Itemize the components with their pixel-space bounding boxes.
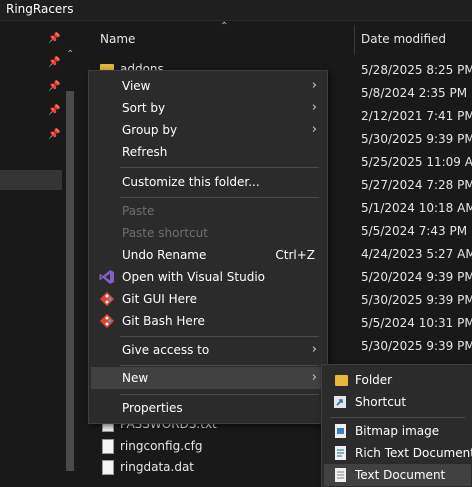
chevron-right-icon: › xyxy=(311,100,317,115)
folder-icon xyxy=(335,375,348,386)
file-date-modified: 5/1/2024 10:18 AM xyxy=(361,201,472,215)
chevron-right-icon: › xyxy=(311,122,317,137)
shortcut-icon xyxy=(334,396,346,408)
menu-item-git-gui[interactable]: Git GUI Here xyxy=(91,288,325,310)
navigation-pane[interactable]: 📌 📌 📌 📌 📌 ⌃ xyxy=(0,21,80,486)
menu-item-customize-folder[interactable]: Customize this folder... xyxy=(91,171,325,193)
chevron-right-icon: › xyxy=(311,342,317,357)
menu-item-label: Group by xyxy=(122,123,178,137)
menu-item-git-bash[interactable]: Git Bash Here xyxy=(91,310,325,332)
title-bar: RingRacers xyxy=(0,0,472,21)
file-date-modified: 5/8/2024 2:35 PM xyxy=(361,86,468,100)
file-icon xyxy=(102,460,114,475)
menu-item-group-by[interactable]: Group by › xyxy=(91,119,325,141)
nav-selected-item[interactable] xyxy=(0,170,62,190)
menu-item-refresh[interactable]: Refresh xyxy=(91,141,325,163)
git-bash-icon xyxy=(99,313,115,329)
column-header: ⌃ Name Date modified xyxy=(80,21,472,59)
scrollbar-thumb[interactable] xyxy=(66,91,74,471)
file-date-modified: 2/12/2021 7:41 PM xyxy=(361,109,472,123)
menu-item-label: Text Document xyxy=(355,468,446,482)
shortcut-key-label: Ctrl+Z xyxy=(275,248,315,262)
file-name: ringdata.dat xyxy=(120,460,195,474)
menu-separator xyxy=(120,365,319,366)
file-name: ringconfig.cfg xyxy=(120,439,203,453)
menu-item-give-access[interactable]: Give access to › xyxy=(91,339,325,361)
menu-item-paste: Paste xyxy=(91,200,325,222)
pin-icon: 📌 xyxy=(48,81,61,92)
menu-item-label: Properties xyxy=(122,401,183,415)
column-name-header[interactable]: Name xyxy=(100,32,135,46)
menu-item-view[interactable]: View › xyxy=(91,75,325,97)
menu-item-open-visual-studio[interactable]: Open with Visual Studio xyxy=(91,266,325,288)
menu-separator xyxy=(120,336,319,337)
file-date-modified: 5/20/2024 9:39 PM xyxy=(361,270,472,284)
menu-item-label: Paste xyxy=(122,204,155,218)
chevron-up-icon[interactable]: ⌃ xyxy=(66,49,74,60)
context-menu: View › Sort by › Group by › Refresh Cust… xyxy=(88,70,328,424)
submenu-item-text-document[interactable]: Text Document xyxy=(324,464,471,486)
bitmap-icon xyxy=(335,424,346,438)
file-date-modified: 5/30/2025 9:39 PM xyxy=(361,339,472,353)
menu-item-label: Open with Visual Studio xyxy=(122,270,265,284)
nav-scrollbar[interactable]: ⌃ xyxy=(64,49,76,471)
menu-item-label: Shortcut xyxy=(355,395,407,409)
file-icon xyxy=(102,439,114,454)
text-document-icon xyxy=(335,468,346,482)
submenu-item-rich-text[interactable]: Rich Text Document xyxy=(324,442,472,464)
file-date-modified: 5/25/2025 11:09 AM xyxy=(361,155,472,169)
menu-item-label: New xyxy=(122,371,149,385)
sort-caret-icon: ⌃ xyxy=(220,21,229,32)
menu-item-properties[interactable]: Properties xyxy=(91,397,325,419)
menu-separator xyxy=(330,417,465,418)
menu-separator xyxy=(120,394,319,395)
pin-icon: 📌 xyxy=(48,129,61,140)
menu-item-label: Undo Rename xyxy=(122,248,207,262)
menu-item-label: Give access to xyxy=(122,343,210,357)
new-submenu: Folder Shortcut Bitmap image Rich Text D… xyxy=(321,364,472,487)
chevron-right-icon: › xyxy=(311,78,317,93)
visual-studio-icon xyxy=(99,270,114,284)
window-title: RingRacers xyxy=(6,2,74,16)
menu-item-label: Git GUI Here xyxy=(122,292,198,306)
file-date-modified: 4/24/2023 5:27 AM xyxy=(361,247,472,261)
column-divider[interactable] xyxy=(354,25,355,55)
menu-item-label: Rich Text Document xyxy=(355,446,472,460)
menu-item-label: Paste shortcut xyxy=(122,226,208,240)
pin-icon: 📌 xyxy=(48,57,61,68)
menu-item-label: Git Bash Here xyxy=(122,314,205,328)
menu-item-label: Bitmap image xyxy=(355,424,440,438)
menu-item-label: Customize this folder... xyxy=(122,175,260,189)
column-date-header[interactable]: Date modified xyxy=(361,32,446,46)
file-date-modified: 5/5/2024 10:31 PM xyxy=(361,316,472,330)
chevron-right-icon: › xyxy=(311,370,317,385)
file-date-modified: 5/28/2025 8:25 PM xyxy=(361,63,472,77)
pin-icon: 📌 xyxy=(48,105,61,116)
menu-item-paste-shortcut: Paste shortcut xyxy=(91,222,325,244)
menu-separator xyxy=(120,167,319,168)
menu-item-label: Sort by xyxy=(122,101,166,115)
file-date-modified: 5/30/2025 9:39 PM xyxy=(361,293,472,307)
submenu-item-bitmap[interactable]: Bitmap image xyxy=(324,420,471,442)
submenu-item-folder[interactable]: Folder xyxy=(324,369,471,391)
menu-item-undo-rename[interactable]: Undo Rename Ctrl+Z xyxy=(91,244,325,266)
menu-item-label: View xyxy=(122,79,151,93)
pin-icon: 📌 xyxy=(48,33,61,44)
menu-item-label: Folder xyxy=(355,373,393,387)
submenu-item-shortcut[interactable]: Shortcut xyxy=(324,391,471,413)
menu-separator xyxy=(120,197,319,198)
menu-item-label: Refresh xyxy=(122,145,168,159)
rich-text-icon xyxy=(335,446,346,460)
menu-item-new[interactable]: New › xyxy=(91,367,325,389)
file-date-modified: 5/27/2024 7:28 PM xyxy=(361,178,472,192)
menu-item-sort-by[interactable]: Sort by › xyxy=(91,97,325,119)
file-date-modified: 5/30/2025 9:39 PM xyxy=(361,132,472,146)
file-date-modified: 5/5/2024 7:43 PM xyxy=(361,224,468,238)
git-gui-icon xyxy=(99,291,115,307)
